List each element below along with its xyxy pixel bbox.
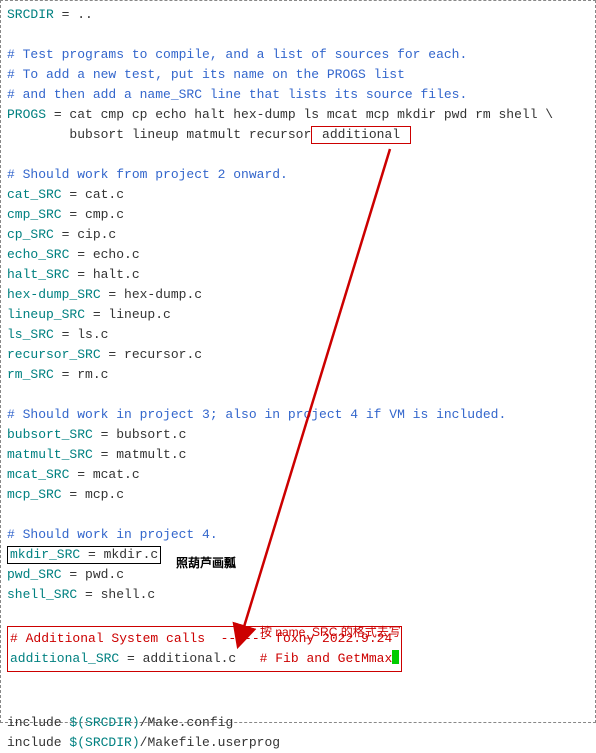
include: include $(SRCDIR)/Make.config bbox=[7, 713, 589, 733]
src: rm_SRC = rm.c bbox=[7, 365, 589, 385]
src: cmp_SRC = cmp.c bbox=[7, 205, 589, 225]
txt: = .. bbox=[54, 7, 93, 22]
src: bubsort_SRC = bubsort.c bbox=[7, 425, 589, 445]
src: matmult_SRC = matmult.c bbox=[7, 445, 589, 465]
comment: # Should work from project 2 onward. bbox=[7, 165, 589, 185]
src: mcp_SRC = mcp.c bbox=[7, 485, 589, 505]
comment: # Should work in project 4. bbox=[7, 525, 589, 545]
highlight-mkdir: mkdir_SRC = mkdir.c bbox=[7, 546, 161, 564]
line-progs: PROGS = cat cmp cp echo halt hex-dump ls… bbox=[7, 105, 589, 125]
line-srcdir: SRCDIR = .. bbox=[7, 5, 589, 25]
src: recursor_SRC = recursor.c bbox=[7, 345, 589, 365]
highlight-additional: additional bbox=[311, 126, 411, 144]
src: cat_SRC = cat.c bbox=[7, 185, 589, 205]
blank bbox=[7, 693, 589, 713]
blank bbox=[7, 385, 589, 405]
blank bbox=[7, 145, 589, 165]
src: cp_SRC = cip.c bbox=[7, 225, 589, 245]
line-progs2: bubsort lineup matmult recursor addition… bbox=[7, 125, 589, 145]
annotation-text-1: 照葫芦画瓢 bbox=[176, 553, 236, 573]
src: pwd_SRC = pwd.c bbox=[7, 565, 589, 585]
blank bbox=[7, 25, 589, 45]
src: mcat_SRC = mcat.c bbox=[7, 465, 589, 485]
txt: bubsort lineup matmult recursor bbox=[7, 127, 311, 142]
src: ls_SRC = ls.c bbox=[7, 325, 589, 345]
src: echo_SRC = echo.c bbox=[7, 245, 589, 265]
src-mkdir: mkdir_SRC = mkdir.c bbox=[7, 545, 589, 565]
comment: # Test programs to compile, and a list o… bbox=[7, 45, 589, 65]
var: SRCDIR bbox=[7, 7, 54, 22]
blank bbox=[7, 673, 589, 693]
src-additional: additional_SRC = additional.c # Fib and … bbox=[10, 649, 399, 669]
txt: = cat cmp cp echo halt hex-dump ls mcat … bbox=[46, 107, 553, 122]
include: include $(SRCDIR)/Makefile.userprog bbox=[7, 733, 589, 753]
annotation-text-2: 按 name_SRC 的格式去写 bbox=[260, 622, 401, 642]
comment: # Should work in project 3; also in proj… bbox=[7, 405, 589, 425]
comment: # and then add a name_SRC line that list… bbox=[7, 85, 589, 105]
src: halt_SRC = halt.c bbox=[7, 265, 589, 285]
blank bbox=[7, 505, 589, 525]
src: hex-dump_SRC = hex-dump.c bbox=[7, 285, 589, 305]
code-container: SRCDIR = .. # Test programs to compile, … bbox=[0, 0, 596, 723]
var: PROGS bbox=[7, 107, 46, 122]
text-cursor bbox=[392, 650, 399, 664]
src: lineup_SRC = lineup.c bbox=[7, 305, 589, 325]
comment: # To add a new test, put its name on the… bbox=[7, 65, 589, 85]
src: shell_SRC = shell.c bbox=[7, 585, 589, 605]
